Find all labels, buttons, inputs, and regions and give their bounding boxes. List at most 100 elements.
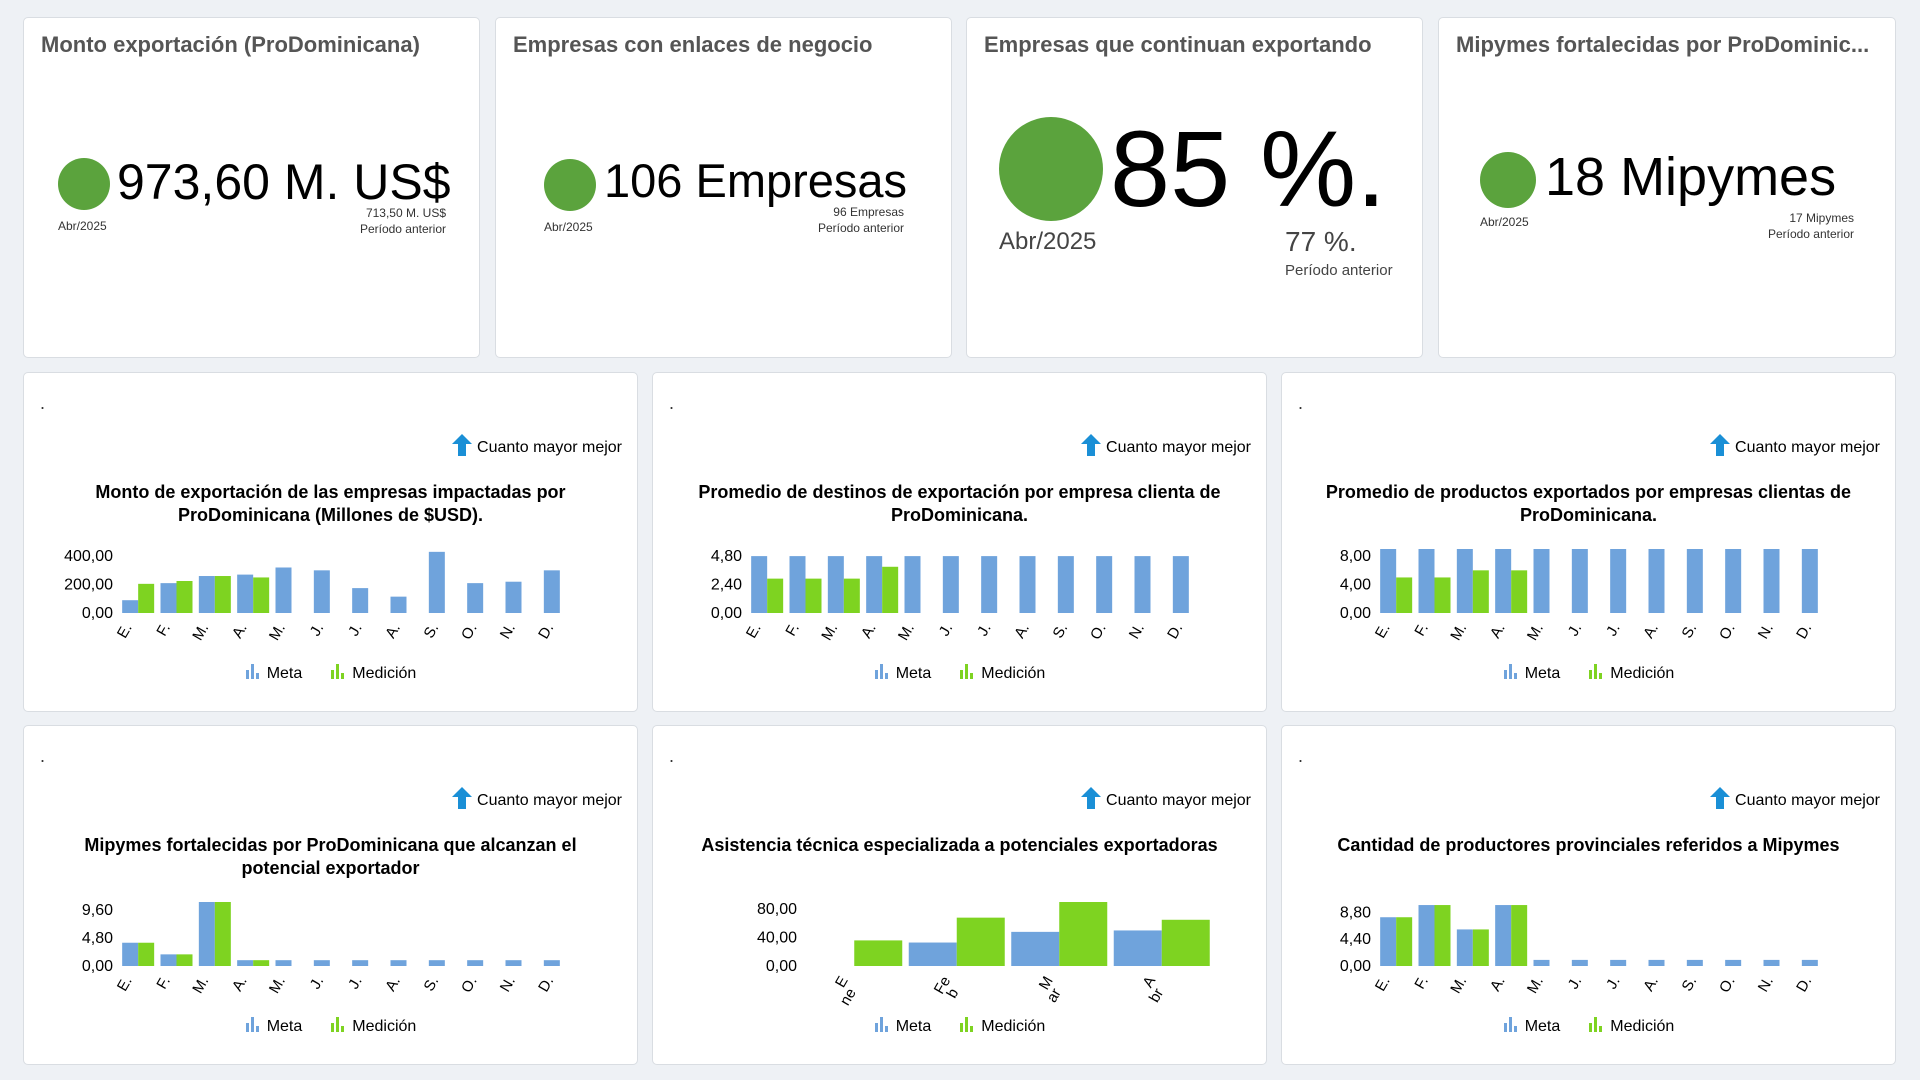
kpi-title: Empresas con enlaces de negocio — [513, 32, 873, 57]
bar-meta — [981, 556, 998, 613]
legend-item-medicion[interactable]: Medición — [959, 663, 1045, 684]
status-dot-icon — [58, 158, 110, 210]
x-tick-label: F. — [153, 621, 174, 640]
bar-meta — [505, 960, 522, 966]
x-tick-label: M. — [895, 621, 918, 644]
bar-chart-icon — [330, 663, 346, 684]
bar-medicion — [956, 917, 1005, 966]
x-tick-label: M. — [189, 621, 212, 644]
bar-meta — [1380, 549, 1397, 613]
bar-meta — [352, 960, 369, 966]
bar-medicion — [176, 581, 193, 613]
bar-meta — [1380, 917, 1397, 966]
bar-meta — [505, 581, 522, 613]
bar-medicion — [1472, 929, 1489, 966]
bar-meta — [1456, 929, 1473, 966]
chart-card[interactable]: . Cuanto mayor mejor Monto de exportación … — [23, 372, 638, 712]
bar-medicion — [1396, 917, 1413, 966]
kpi-prev-label: Período anterior — [359, 222, 446, 236]
bar-meta — [543, 570, 560, 613]
legend-item-meta[interactable]: Meta — [874, 1016, 931, 1037]
bar-meta — [751, 556, 768, 613]
legend-item-medicion[interactable]: Medición — [959, 1016, 1045, 1037]
legend-item-meta[interactable]: Meta — [245, 1016, 302, 1037]
bar-medicion — [214, 902, 231, 966]
x-tick-label: S. — [1049, 621, 1071, 642]
y-tick-label: 4,80 — [82, 930, 113, 947]
bar-chart-icon — [959, 1016, 975, 1037]
x-tick-label: M. — [1524, 621, 1547, 644]
legend-item-medicion[interactable]: Medición — [1588, 1016, 1674, 1037]
y-tick-label: 4,40 — [1340, 931, 1371, 948]
bar-meta — [1648, 959, 1665, 966]
bar-medicion — [138, 583, 155, 613]
x-tick-label: A. — [382, 974, 404, 995]
legend-item-meta[interactable]: Meta — [1503, 1016, 1561, 1037]
x-tick-label: S. — [420, 621, 442, 642]
legend-label: Meta — [895, 664, 932, 682]
bar-meta — [1610, 549, 1627, 613]
x-tick-label: N. — [1755, 621, 1777, 642]
x-tick-label: A. — [229, 621, 251, 642]
chart-card[interactable]: . Cuanto mayor mejor Promedio de destinos … — [652, 372, 1267, 712]
bar-meta — [160, 954, 177, 966]
x-tick-label: O. — [1087, 621, 1110, 643]
chart-card[interactable]: . Cuanto mayor mejor Mipymes fortalecidas … — [23, 725, 638, 1065]
x-tick-label: N. — [1755, 974, 1777, 995]
kpi-value: 973,60 M. US$ — [117, 154, 451, 210]
bar-chart-icon — [874, 663, 890, 684]
bar-meta — [198, 902, 215, 966]
bar-medicion — [1511, 570, 1528, 613]
bar-meta — [827, 556, 844, 613]
legend-label: Medición — [981, 1017, 1046, 1035]
y-tick-label: 9,60 — [82, 902, 113, 919]
kpi-card-export-amount[interactable]: Monto exportación (ProDominicana) 973,60… — [23, 17, 480, 358]
bar-medicion — [805, 578, 822, 613]
legend-item-meta[interactable]: Meta — [874, 663, 932, 684]
chart-legend: Meta Medición — [653, 1016, 1266, 1037]
x-tick-label: J. — [1603, 974, 1624, 993]
y-tick-label: 0,00 — [711, 605, 742, 622]
x-tick-label: J. — [307, 621, 328, 640]
chart-card[interactable]: . Cuanto mayor mejor Cantidad de productor… — [1281, 725, 1896, 1065]
y-tick-label: 200,00 — [64, 577, 113, 594]
bar-chart-icon — [1588, 663, 1604, 684]
x-tick-label: F. — [782, 621, 803, 640]
kpi-title: Mipymes fortalecidas por ProDominic... — [1456, 32, 1870, 57]
legend-label: Medición — [352, 664, 417, 682]
bar-meta — [428, 551, 445, 613]
chart-card[interactable]: . Cuanto mayor mejor Asistencia técnica es… — [652, 725, 1267, 1065]
y-tick-label: 400,00 — [64, 548, 113, 565]
x-tick-label: O. — [458, 621, 481, 643]
x-tick-label: A. — [1640, 974, 1662, 995]
bar-chart-icon — [330, 1016, 346, 1037]
bar-meta — [1113, 930, 1162, 966]
bar-meta — [1686, 959, 1703, 966]
bar-meta — [237, 574, 254, 613]
legend-item-medicion[interactable]: Medición — [1588, 663, 1674, 684]
legend-item-medicion[interactable]: Medición — [330, 663, 416, 684]
bar-meta — [467, 960, 484, 966]
bar-meta — [122, 942, 139, 966]
legend-item-meta[interactable]: Meta — [1503, 663, 1560, 684]
legend-item-medicion[interactable]: Medición — [330, 1016, 416, 1037]
bar-medicion — [214, 576, 231, 613]
legend-label: Meta — [1524, 1017, 1561, 1035]
kpi-card-business-links[interactable]: Empresas con enlaces de negocio 106 Empr… — [495, 17, 952, 358]
x-tick-label: E. — [1372, 621, 1394, 642]
kpi-card-mipymes[interactable]: Mipymes fortalecidas por ProDominic... 1… — [1438, 17, 1896, 358]
y-tick-label: 8,80 — [1340, 904, 1371, 921]
kpi-prev-value: 17 Mipymes — [1789, 211, 1854, 225]
x-tick-label: E. — [1372, 974, 1394, 995]
x-tick-label: J. — [974, 621, 995, 640]
legend-item-meta[interactable]: Meta — [245, 663, 303, 684]
chart-card[interactable]: . Cuanto mayor mejor Promedio de productos… — [1281, 372, 1896, 712]
bar-meta — [275, 960, 292, 966]
bar-meta — [908, 942, 957, 966]
x-tick-label: M. — [818, 621, 841, 644]
x-tick-label: A. — [858, 621, 880, 642]
kpi-card-continue-exporting[interactable]: Empresas que continuan exportando 85 %. … — [966, 17, 1423, 358]
x-tick-label: S. — [1678, 974, 1700, 995]
bar-medicion — [1396, 577, 1413, 613]
legend-label: Meta — [266, 664, 303, 682]
